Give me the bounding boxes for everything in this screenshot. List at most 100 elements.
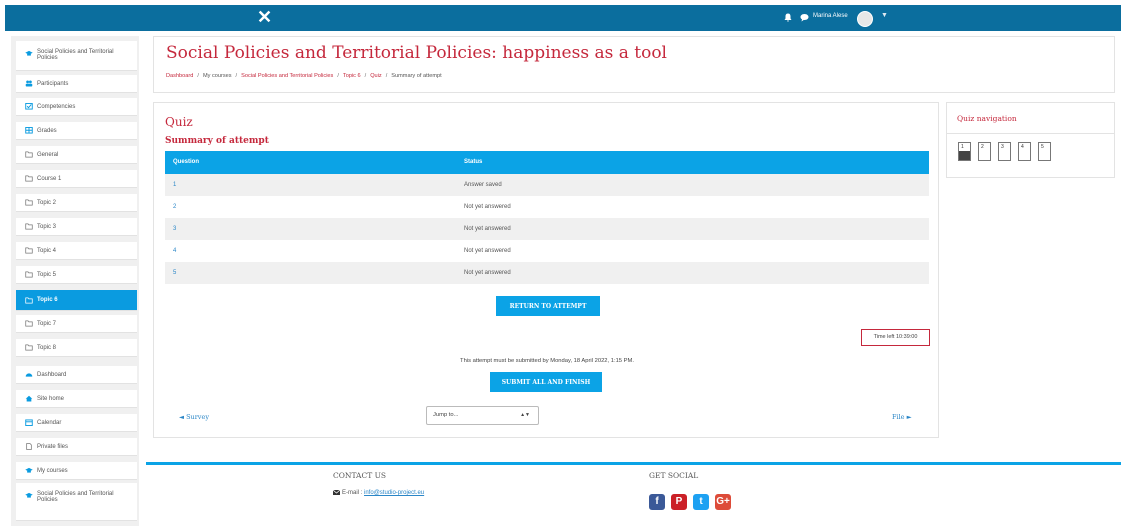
folder-icon <box>25 223 33 230</box>
breadcrumb-dashboard[interactable]: Dashboard <box>166 73 193 79</box>
question-link[interactable]: 5 <box>173 270 176 276</box>
sidebar-item-label: Site home <box>37 395 65 402</box>
breadcrumb-course[interactable]: Social Policies and Territorial Policies <box>241 73 333 79</box>
breadcrumb-my-courses: My courses <box>202 73 232 79</box>
sidebar-item-calendar[interactable]: Calendar <box>16 414 137 432</box>
sidebar-item-topic-6[interactable]: Topic 6 <box>16 290 137 311</box>
quiz-title: Quiz <box>165 115 193 129</box>
sidebar-item-competencies[interactable]: Competencies <box>16 98 137 116</box>
sidebar-item-social-policies-and-territorial-policies[interactable]: Social Policies and Territorial Policies <box>16 41 137 71</box>
sidebar: Social Policies and Territorial Policies… <box>11 36 139 526</box>
sidebar-item-topic-5[interactable]: Topic 5 <box>16 266 137 284</box>
chat-icon[interactable] <box>800 13 809 22</box>
sidebar-item-topic-3[interactable]: Topic 3 <box>16 218 137 236</box>
sidebar-item-label: Competencies <box>37 103 76 110</box>
pinterest-icon[interactable]: P <box>671 494 687 510</box>
sidebar-item-grades[interactable]: Grades <box>16 122 137 140</box>
select-arrows-icon: ▲▼ <box>520 412 530 418</box>
sidebar-item-course-1[interactable]: Course 1 <box>16 170 137 188</box>
sidebar-item-topic-4[interactable]: Topic 4 <box>16 242 137 260</box>
sidebar-item-topic-8[interactable]: Topic 8 <box>16 339 137 357</box>
submit-all-button[interactable]: SUBMIT ALL AND FINISH <box>490 372 602 392</box>
sidebar-item-social-policies-and-territorial-policies[interactable]: Social Policies and Territorial Policies <box>16 483 137 521</box>
graduation-cap-icon <box>25 50 33 56</box>
question-status: Not yet answered <box>464 204 511 210</box>
email-link[interactable]: info@studio-project.eu <box>364 490 424 496</box>
facebook-icon[interactable]: f <box>649 494 665 510</box>
summary-heading: Summary of attempt <box>165 136 269 146</box>
quiz-nav-button[interactable]: 5 <box>1038 142 1051 161</box>
check-square-icon <box>25 103 33 110</box>
folder-icon <box>25 151 33 158</box>
home-icon <box>25 395 33 402</box>
calendar-icon <box>25 419 33 426</box>
table-icon <box>25 127 33 134</box>
jump-to-select[interactable]: Jump to... ▲▼ <box>426 406 539 425</box>
page-title: Social Policies and Territorial Policies… <box>166 43 667 63</box>
sidebar-item-participants[interactable]: Participants <box>16 75 137 93</box>
previous-activity-link[interactable]: ◄ Survey <box>179 413 209 421</box>
submit-deadline-note: This attempt must be submitted by Monday… <box>460 358 634 364</box>
answered-marker <box>959 151 970 160</box>
sidebar-item-label: Topic 6 <box>37 297 58 303</box>
user-name[interactable]: Marina Alese <box>813 13 848 19</box>
column-header-question: Question <box>173 159 200 165</box>
breadcrumb-current: Summary of attempt <box>391 73 442 79</box>
question-status: Not yet answered <box>464 270 511 276</box>
summary-table: Question Status 1 Answer saved 2 Not yet… <box>165 151 929 284</box>
sidebar-item-dashboard[interactable]: Dashboard <box>16 366 137 384</box>
folder-icon <box>25 247 33 254</box>
sidebar-item-label: Topic 2 <box>37 199 57 206</box>
folder-icon <box>25 320 33 327</box>
question-link[interactable]: 3 <box>173 226 176 232</box>
caret-down-icon[interactable]: ▼ <box>881 12 888 19</box>
google-plus-icon[interactable]: G+ <box>715 494 731 510</box>
quiz-nav-button[interactable]: 4 <box>1018 142 1031 161</box>
graduation-cap-icon <box>25 467 33 473</box>
breadcrumb-quiz[interactable]: Quiz <box>370 73 382 79</box>
return-to-attempt-button[interactable]: RETURN TO ATTEMPT <box>496 296 600 316</box>
sidebar-item-topic-7[interactable]: Topic 7 <box>16 315 137 333</box>
avatar[interactable] <box>857 11 873 27</box>
table-row: 5 Not yet answered <box>165 262 929 284</box>
table-header: Question Status <box>165 151 929 174</box>
close-drawer-icon[interactable]: ✕ <box>257 7 272 27</box>
table-row: 2 Not yet answered <box>165 196 929 218</box>
quiz-nav-button[interactable]: 2 <box>978 142 991 161</box>
twitter-icon[interactable]: t <box>693 494 709 510</box>
sidebar-item-label: Topic 5 <box>37 271 57 278</box>
email-label: E-mail : <box>342 490 363 497</box>
next-activity-link[interactable]: File ► <box>892 413 912 421</box>
sidebar-item-label: Topic 4 <box>37 247 57 254</box>
sidebar-item-general[interactable]: General <box>16 146 137 164</box>
breadcrumb-topic[interactable]: Topic 6 <box>343 73 361 79</box>
quiz-nav-button[interactable]: 3 <box>998 142 1011 161</box>
folder-icon <box>25 199 33 206</box>
page-header: Social Policies and Territorial Policies… <box>153 36 1115 93</box>
breadcrumb: Dashboard / My courses / Social Policies and… <box>166 73 442 79</box>
sidebar-item-my-courses[interactable]: My courses <box>16 462 137 480</box>
sidebar-item-label: Social Policies and Territorial Policies <box>37 491 114 503</box>
bell-icon[interactable] <box>784 13 792 22</box>
sidebar-item-label: My courses <box>37 467 68 474</box>
quiz-nav-number: 5 <box>1041 144 1044 150</box>
sidebar-item-label: Topic 3 <box>37 223 57 230</box>
question-status: Not yet answered <box>464 248 511 254</box>
question-link[interactable]: 2 <box>173 204 176 210</box>
question-link[interactable]: 4 <box>173 248 176 254</box>
email-line: E-mail : info@studio-project.eu <box>333 490 424 496</box>
sidebar-item-topic-2[interactable]: Topic 2 <box>16 194 137 212</box>
folder-icon <box>25 271 33 278</box>
question-link[interactable]: 1 <box>173 182 176 188</box>
sidebar-item-label: Course 1 <box>37 175 62 182</box>
folder-icon <box>25 297 33 303</box>
sidebar-item-label: Grades <box>37 127 57 134</box>
sidebar-item-site-home[interactable]: Site home <box>16 390 137 408</box>
contact-heading: CONTACT US <box>333 471 387 480</box>
sidebar-item-private-files[interactable]: Private files <box>16 438 137 456</box>
table-row: 1 Answer saved <box>165 174 929 196</box>
sidebar-item-label: Calendar <box>37 419 62 426</box>
sidebar-item-label: Social Policies and Territorial Policies <box>37 49 114 61</box>
file-icon <box>26 443 32 450</box>
quiz-nav-button[interactable]: 1 <box>958 142 971 161</box>
